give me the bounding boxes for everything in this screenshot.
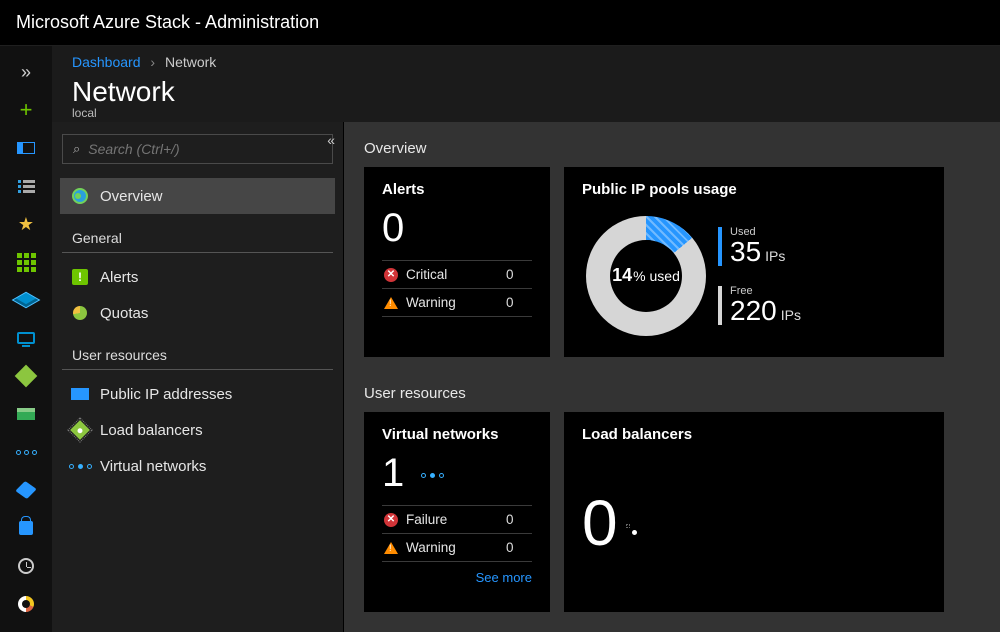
ip-pool-percent: 14% used [586, 216, 706, 336]
create-icon[interactable]: + [14, 98, 38, 122]
tags-icon[interactable] [14, 478, 38, 502]
tile-alerts-title: Alerts [382, 181, 532, 198]
tile-ip-pools-title: Public IP pools usage [582, 181, 926, 198]
critical-icon: ✕ [384, 268, 398, 282]
storage-icon[interactable] [14, 288, 38, 312]
menu-overview[interactable]: Overview [60, 178, 335, 214]
marketplace-icon[interactable] [14, 516, 38, 540]
alerts-critical-label: Critical [406, 267, 498, 282]
vnet-count: 1 [382, 453, 532, 493]
section-overview-title: Overview [364, 140, 980, 157]
menu-quotas[interactable]: Quotas [60, 295, 335, 331]
tile-vnet-title: Virtual networks [382, 426, 532, 443]
ip-pool-used: Used 35IPs [718, 227, 918, 266]
page-title: Network [72, 76, 980, 108]
failure-icon: ✕ [384, 513, 398, 527]
load-balancer-icon [70, 420, 90, 440]
alert-icon: ! [70, 267, 90, 287]
alerts-warning-label: Warning [406, 295, 498, 310]
network-icon[interactable] [14, 364, 38, 388]
nav-rail: » + ★ [0, 46, 52, 632]
window-title: Microsoft Azure Stack - Administration [0, 0, 1000, 46]
activity-log-icon[interactable] [14, 554, 38, 578]
page-subtitle: local [72, 106, 980, 120]
public-ip-icon [70, 384, 90, 404]
alerts-critical-row: ✕ Critical 0 [382, 261, 532, 289]
billing-icon[interactable] [14, 402, 38, 426]
alerts-warning-row: Warning 0 [382, 289, 532, 317]
menu-alerts-label: Alerts [100, 269, 138, 286]
menu-load-balancers-label: Load balancers [100, 422, 203, 439]
vnet-see-more-link[interactable]: See more [382, 570, 532, 585]
alerts-total: 0 [382, 208, 532, 248]
menu-vnets-label: Virtual networks [100, 458, 206, 475]
quota-icon [70, 303, 90, 323]
main-panel: Overview Alerts 0 ✕ Critical 0 [344, 122, 1000, 632]
all-services-icon[interactable] [14, 250, 38, 274]
alerts-critical-value: 0 [506, 267, 530, 282]
compute-icon[interactable] [14, 326, 38, 350]
tile-ip-pools[interactable]: Public IP pools usage 14% used [564, 167, 944, 357]
collapse-menu-icon[interactable]: « [327, 132, 335, 148]
dashboard-icon[interactable] [14, 136, 38, 160]
vnet-icon [70, 456, 90, 476]
tile-lb-title: Load balancers [582, 426, 926, 443]
breadcrumb: Dashboard › Network [52, 46, 1000, 72]
list-icon[interactable] [14, 174, 38, 198]
ip-pool-free: Free 220IPs [718, 286, 918, 325]
connections-icon[interactable] [14, 440, 38, 464]
menu-group-user-resources: User resources [62, 331, 333, 370]
globe-icon [70, 186, 90, 206]
tile-alerts[interactable]: Alerts 0 ✕ Critical 0 Warning 0 [364, 167, 550, 357]
menu-load-balancers[interactable]: Load balancers [60, 412, 335, 448]
menu-quotas-label: Quotas [100, 305, 148, 322]
menu-group-general: General [62, 214, 333, 253]
monitor-icon[interactable] [14, 592, 38, 616]
resource-menu: « ⌕ Overview General ! Alerts Quotas [52, 122, 344, 632]
menu-public-ip-label: Public IP addresses [100, 386, 232, 403]
breadcrumb-current: Network [165, 54, 216, 70]
ip-pool-donut-chart: 14% used [586, 216, 706, 336]
tile-load-balancers[interactable]: Load balancers 0 [564, 412, 944, 612]
favorites-icon[interactable]: ★ [14, 212, 38, 236]
lb-count: 0 [582, 491, 618, 555]
breadcrumb-separator-icon: › [150, 54, 155, 70]
search-input[interactable] [88, 141, 322, 157]
menu-alerts[interactable]: ! Alerts [60, 259, 335, 295]
expand-rail-icon[interactable]: » [14, 60, 38, 84]
vnet-warning-row: Warning 0 [382, 534, 532, 562]
section-user-resources-title: User resources [364, 385, 980, 402]
vnet-inline-icon [421, 473, 444, 478]
breadcrumb-root[interactable]: Dashboard [72, 54, 141, 70]
warning-icon [384, 297, 398, 309]
alerts-warning-value: 0 [506, 295, 530, 310]
menu-search[interactable]: ⌕ [62, 134, 333, 164]
warning-icon [384, 542, 398, 554]
search-icon: ⌕ [73, 141, 80, 157]
menu-virtual-networks[interactable]: Virtual networks [60, 448, 335, 484]
menu-overview-label: Overview [100, 188, 163, 205]
menu-public-ip[interactable]: Public IP addresses [60, 376, 335, 412]
vnet-failure-row: ✕ Failure 0 [382, 506, 532, 534]
tile-virtual-networks[interactable]: Virtual networks 1 ✕ Failure 0 [364, 412, 550, 612]
